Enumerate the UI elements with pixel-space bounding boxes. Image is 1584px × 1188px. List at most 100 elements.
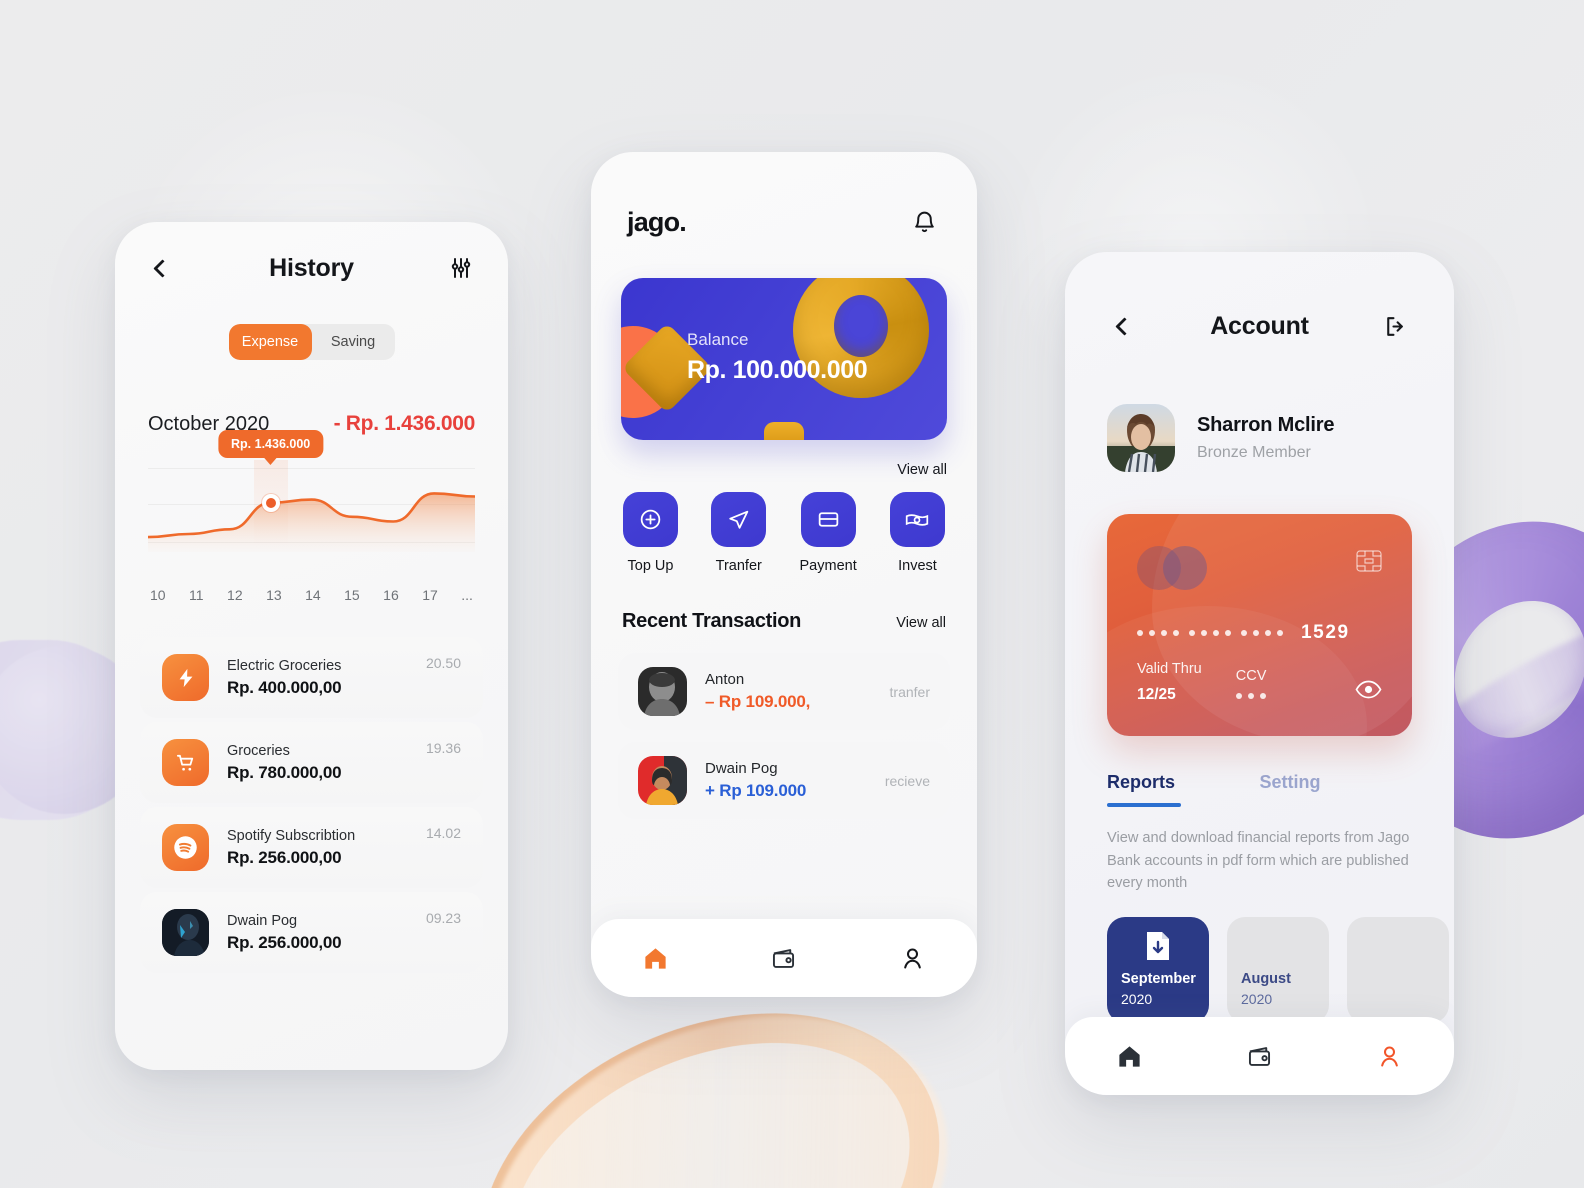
filter-button[interactable] (444, 251, 478, 285)
chart-area-path (148, 492, 475, 552)
section-title: Recent Transaction (622, 610, 802, 632)
quick-actions: Top Up Tranfer Payment Invest (591, 492, 977, 574)
month-card-september[interactable]: September 2020 (1107, 916, 1209, 1023)
back-button[interactable] (1107, 309, 1141, 343)
profile-icon (904, 947, 921, 969)
x-tick: 17 (422, 587, 438, 603)
x-tick: 11 (189, 587, 204, 603)
summary-amount: - Rp. 1.436.000 (333, 412, 476, 435)
avatar-photo (638, 756, 687, 805)
masked-digits-group (1189, 630, 1231, 636)
transaction-name: Electric Groceries (227, 657, 342, 674)
home-icon (1119, 1045, 1140, 1067)
card-brand-logo (1137, 546, 1207, 590)
action-label: Top Up (627, 558, 674, 574)
plus-circle-icon (640, 509, 661, 530)
ccv-masked-dots (1235, 693, 1267, 699)
tab-setting[interactable]: Setting (1260, 772, 1413, 807)
toggle-card-visibility-button[interactable] (1355, 680, 1382, 704)
card-icon (818, 512, 838, 527)
expense-saving-toggle: Expense Saving (115, 324, 508, 360)
x-tick: 16 (383, 587, 399, 603)
masked-digits-group (1137, 630, 1179, 636)
transaction-amount: – Rp 109.000, (705, 692, 811, 711)
table-row[interactable]: Spotify Subscribtion Rp. 256.000,00 14.0… (140, 807, 483, 888)
action-invest[interactable]: Invest (889, 492, 945, 574)
expense-area-chart[interactable]: Rp. 1.436.000 (148, 430, 475, 572)
balance-label: Balance (687, 330, 749, 349)
profile-summary[interactable]: Sharron Mclire Bronze Member (1065, 404, 1454, 472)
credit-card[interactable]: 1529 Valid Thru 12/25 CCV (1107, 514, 1412, 736)
account-topbar: Account (1065, 296, 1454, 356)
table-row[interactable]: Groceries Rp. 780.000,00 19.36 (140, 722, 483, 803)
tab-reports[interactable]: Reports (1107, 772, 1260, 807)
valid-thru-block: Valid Thru 12/25 (1137, 661, 1202, 704)
segment-saving[interactable]: Saving (312, 324, 395, 360)
bell-icon (914, 211, 934, 232)
nav-profile[interactable] (891, 936, 935, 980)
nav-home[interactable] (633, 936, 677, 980)
nav-wallet[interactable] (762, 936, 806, 980)
avatar (162, 909, 209, 956)
chart-selected-point[interactable] (261, 493, 280, 512)
transaction-time: 09.23 (425, 910, 461, 926)
actions-view-all-link[interactable]: View all (591, 462, 977, 478)
profile-name: Sharron Mclire (1197, 414, 1335, 436)
list-item[interactable]: Dwain Pog + Rp 109.000 recieve (618, 742, 950, 819)
valid-thru-label: Valid Thru (1137, 661, 1202, 677)
month-name: August (1241, 970, 1291, 987)
cart-icon-wrap (162, 739, 209, 786)
home-screen: jago. Balance Rp. 100.000.000 View all T… (591, 152, 977, 997)
chip-icon (1356, 550, 1382, 572)
action-top-up[interactable]: Top Up (623, 492, 678, 574)
valid-thru-value: 12/25 (1137, 686, 1176, 703)
ccv-label: CCV (1235, 668, 1267, 684)
recent-transaction-header: Recent Transaction View all (591, 610, 977, 633)
action-label: Invest (898, 558, 937, 574)
reports-description: View and download financial reports from… (1107, 830, 1410, 892)
spotify-icon-wrap (162, 824, 209, 871)
nav-wallet[interactable] (1237, 1034, 1281, 1078)
action-transfer[interactable]: Tranfer (711, 492, 767, 574)
wallet-icon (773, 948, 795, 968)
logout-button[interactable] (1378, 309, 1412, 343)
segment-expense[interactable]: Expense (228, 324, 312, 360)
action-icon-wrap (623, 492, 678, 547)
chevron-left-icon (1114, 316, 1134, 336)
chevron-left-icon (152, 258, 172, 278)
table-row[interactable]: Dwain Pog Rp. 256.000,00 09.23 (140, 892, 483, 973)
avatar-photo (1107, 404, 1175, 472)
history-topbar: History (115, 238, 508, 298)
month-card-august[interactable]: August 2020 (1227, 916, 1329, 1023)
file-download-icon-wrap (1145, 931, 1171, 966)
month-card-next[interactable] (1347, 916, 1449, 1023)
tab-label: Reports (1107, 772, 1176, 792)
action-payment[interactable]: Payment (800, 492, 857, 574)
balance-card[interactable]: Balance Rp. 100.000.000 (621, 278, 947, 440)
nav-home[interactable] (1108, 1034, 1152, 1078)
transaction-time: 19.36 (425, 740, 461, 756)
recent-view-all-link[interactable]: View all (896, 615, 946, 631)
transaction-name: Anton (705, 671, 745, 688)
card-number: 1529 (1137, 622, 1382, 644)
x-tick: 12 (227, 587, 243, 603)
avatar-photo (162, 909, 209, 956)
expense-transaction-list: Electric Groceries Rp. 400.000,00 20.50 … (115, 637, 508, 973)
transaction-type: tranfer (889, 683, 930, 700)
file-download-icon (1147, 931, 1169, 960)
action-label: Payment (799, 558, 857, 574)
masked-digits-group (1241, 630, 1283, 636)
money-icon (906, 513, 929, 526)
app-logo: jago. (627, 206, 687, 237)
list-item[interactable]: Anton – Rp 109.000, tranfer (618, 653, 950, 730)
spotify-icon (174, 836, 197, 859)
account-screen: Account Sharron Mclire Bronze Member 152… (1065, 252, 1454, 1095)
account-tabs: Reports Setting (1065, 772, 1454, 807)
avatar (1107, 404, 1175, 472)
nav-profile[interactable] (1367, 1034, 1411, 1078)
table-row[interactable]: Electric Groceries Rp. 400.000,00 20.50 (140, 637, 483, 718)
page-title: History (269, 253, 354, 282)
bottom-navigation (591, 919, 977, 997)
back-button[interactable] (145, 251, 179, 285)
notifications-button[interactable] (907, 205, 941, 239)
